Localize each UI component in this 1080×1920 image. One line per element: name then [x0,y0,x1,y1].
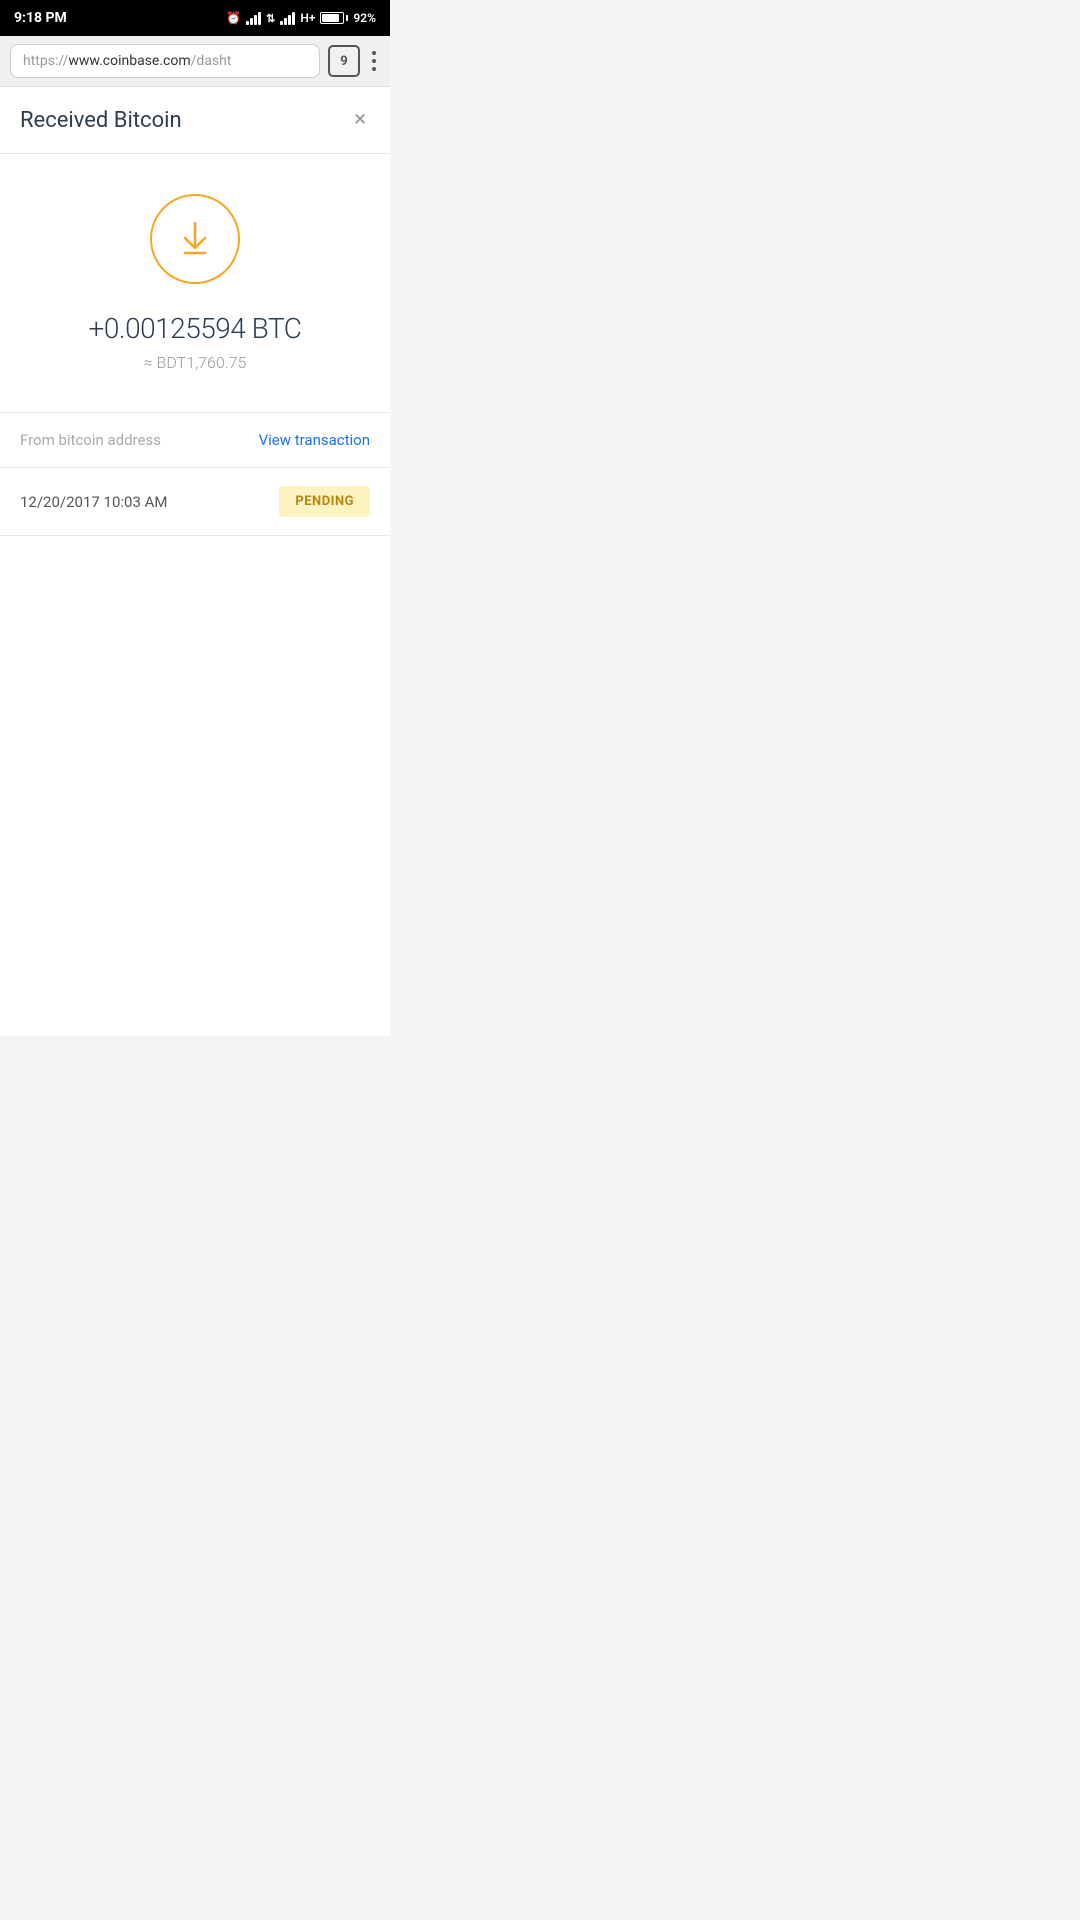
download-arrow-icon [175,219,215,259]
url-prefix: https:// [23,53,68,69]
fiat-amount: ≈ BDT1,760.75 [144,353,247,372]
dot-1 [372,51,376,55]
signal-icon [246,11,261,25]
date-status-row: 12/20/2017 10:03 AM PENDING [0,468,390,536]
data-transfer-icon: ⇅ [266,12,275,25]
url-suffix: /dasht [191,53,232,69]
from-label: From bitcoin address [20,431,161,449]
status-icons: ⏰ ⇅ H+ 92% [226,11,376,25]
browser-bar: https:// www.coinbase.com /dasht 9 [0,36,390,87]
network-type-icon: H+ [300,11,315,25]
view-transaction-link[interactable]: View transaction [259,431,370,449]
amount-section: +0.00125594 BTC ≈ BDT1,760.75 [0,154,390,413]
browser-menu-button[interactable] [368,47,380,75]
empty-content-area [0,536,390,1036]
status-time: 9:18 PM [14,10,67,26]
page-content: Received Bitcoin × +0.00125594 BTC ≈ BDT… [0,87,390,1036]
receive-icon [150,194,240,284]
modal-header: Received Bitcoin × [0,87,390,154]
battery-percentage: 92% [353,11,376,25]
tab-count-button[interactable]: 9 [328,45,360,77]
signal-icon-2 [280,11,295,25]
url-main: www.coinbase.com [68,53,190,69]
transaction-date: 12/20/2017 10:03 AM [20,493,168,511]
from-address-row: From bitcoin address View transaction [0,413,390,468]
modal-title: Received Bitcoin [20,108,182,133]
btc-amount: +0.00125594 BTC [89,312,302,345]
dot-3 [372,67,376,71]
url-bar[interactable]: https:// www.coinbase.com /dasht [10,44,320,78]
dot-2 [372,59,376,63]
status-badge: PENDING [279,486,370,517]
status-bar: 9:18 PM ⏰ ⇅ H+ 92% [0,0,390,36]
battery-icon [320,12,348,24]
close-button[interactable]: × [350,105,370,135]
alarm-icon: ⏰ [226,11,241,25]
